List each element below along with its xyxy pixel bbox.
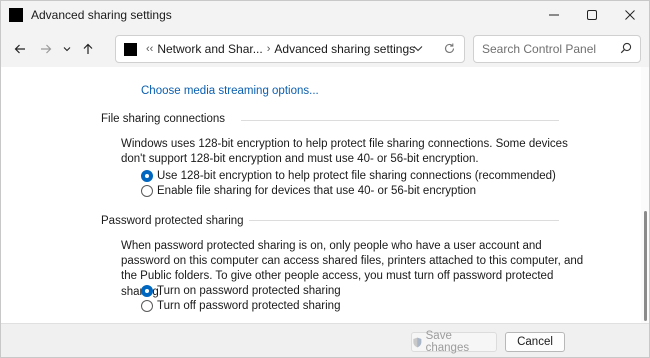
vertical-scrollbar[interactable] xyxy=(641,67,649,323)
radio-button[interactable] xyxy=(141,300,153,312)
radio-label: Turn off password protected sharing xyxy=(157,300,341,312)
radio-button[interactable] xyxy=(141,185,153,197)
minimize-icon xyxy=(549,14,559,16)
window-title: Advanced sharing settings xyxy=(31,8,172,22)
forward-arrow-icon xyxy=(41,44,52,54)
refresh-icon xyxy=(444,43,455,53)
save-changes-label: Save changes xyxy=(425,330,470,354)
footer-bar: Save changes Cancel xyxy=(1,323,649,357)
radio-label: Use 128-bit encryption to help protect f… xyxy=(157,170,556,182)
breadcrumb-network-sharing[interactable]: Network and Shar... xyxy=(157,42,262,56)
cancel-button[interactable]: Cancel xyxy=(505,332,565,352)
address-bar[interactable]: ‹‹ Network and Shar... › Advanced sharin… xyxy=(115,35,465,63)
uac-shield-icon xyxy=(413,337,422,347)
search-input[interactable] xyxy=(474,36,614,62)
minimize-button[interactable] xyxy=(535,1,573,29)
radio-128-bit-encryption[interactable]: Use 128-bit encryption to help protect f… xyxy=(141,170,556,182)
radio-label: Enable file sharing for devices that use… xyxy=(157,185,476,197)
back-button[interactable] xyxy=(7,36,33,62)
chevron-down-icon xyxy=(413,46,423,52)
forward-button[interactable] xyxy=(33,36,59,62)
recent-locations-button[interactable] xyxy=(59,36,75,62)
breadcrumb-separator: › xyxy=(266,43,271,55)
app-icon xyxy=(9,8,23,22)
settings-content: Choose media streaming options... File s… xyxy=(1,67,641,323)
breadcrumb-advanced-sharing[interactable]: Advanced sharing settings xyxy=(274,42,415,56)
save-changes-button[interactable]: Save changes xyxy=(411,330,497,354)
chevron-down-icon xyxy=(63,47,71,52)
search-icon[interactable] xyxy=(620,42,632,57)
advanced-sharing-window: Advanced sharing settings ‹‹ Network and… xyxy=(0,0,650,358)
control-panel-icon xyxy=(124,42,137,56)
media-streaming-link[interactable]: Choose media streaming options... xyxy=(141,85,319,97)
address-history-button[interactable] xyxy=(412,42,424,57)
up-button[interactable] xyxy=(75,36,101,62)
clipped-text-fragment xyxy=(206,67,276,70)
search-box xyxy=(473,35,641,63)
file-sharing-description: Windows uses 128-bit encryption to help … xyxy=(121,138,568,166)
section-divider xyxy=(249,220,559,221)
radio-turn-on-password-sharing[interactable]: Turn on password protected sharing xyxy=(141,285,341,297)
up-arrow-icon xyxy=(83,43,93,54)
refresh-button[interactable] xyxy=(443,42,456,58)
file-sharing-heading: File sharing connections xyxy=(101,113,226,125)
maximize-button[interactable] xyxy=(573,1,611,29)
section-divider xyxy=(241,120,559,121)
radio-button-checked[interactable] xyxy=(141,170,153,182)
radio-turn-off-password-sharing[interactable]: Turn off password protected sharing xyxy=(141,300,340,312)
breadcrumb-overflow[interactable]: ‹‹ xyxy=(146,43,153,55)
radio-40-56-bit-encryption[interactable]: Enable file sharing for devices that use… xyxy=(141,185,476,197)
address-row: ‹‹ Network and Shar... › Advanced sharin… xyxy=(1,31,649,67)
title-bar: Advanced sharing settings xyxy=(1,1,649,29)
radio-button-checked[interactable] xyxy=(141,285,153,297)
maximize-icon xyxy=(587,10,597,20)
window-controls xyxy=(535,1,649,29)
close-button[interactable] xyxy=(611,1,649,29)
close-icon xyxy=(625,10,635,20)
radio-label: Turn on password protected sharing xyxy=(157,285,341,297)
back-arrow-icon xyxy=(14,44,25,54)
scrollbar-thumb[interactable] xyxy=(644,211,647,321)
password-sharing-heading: Password protected sharing xyxy=(101,215,244,227)
